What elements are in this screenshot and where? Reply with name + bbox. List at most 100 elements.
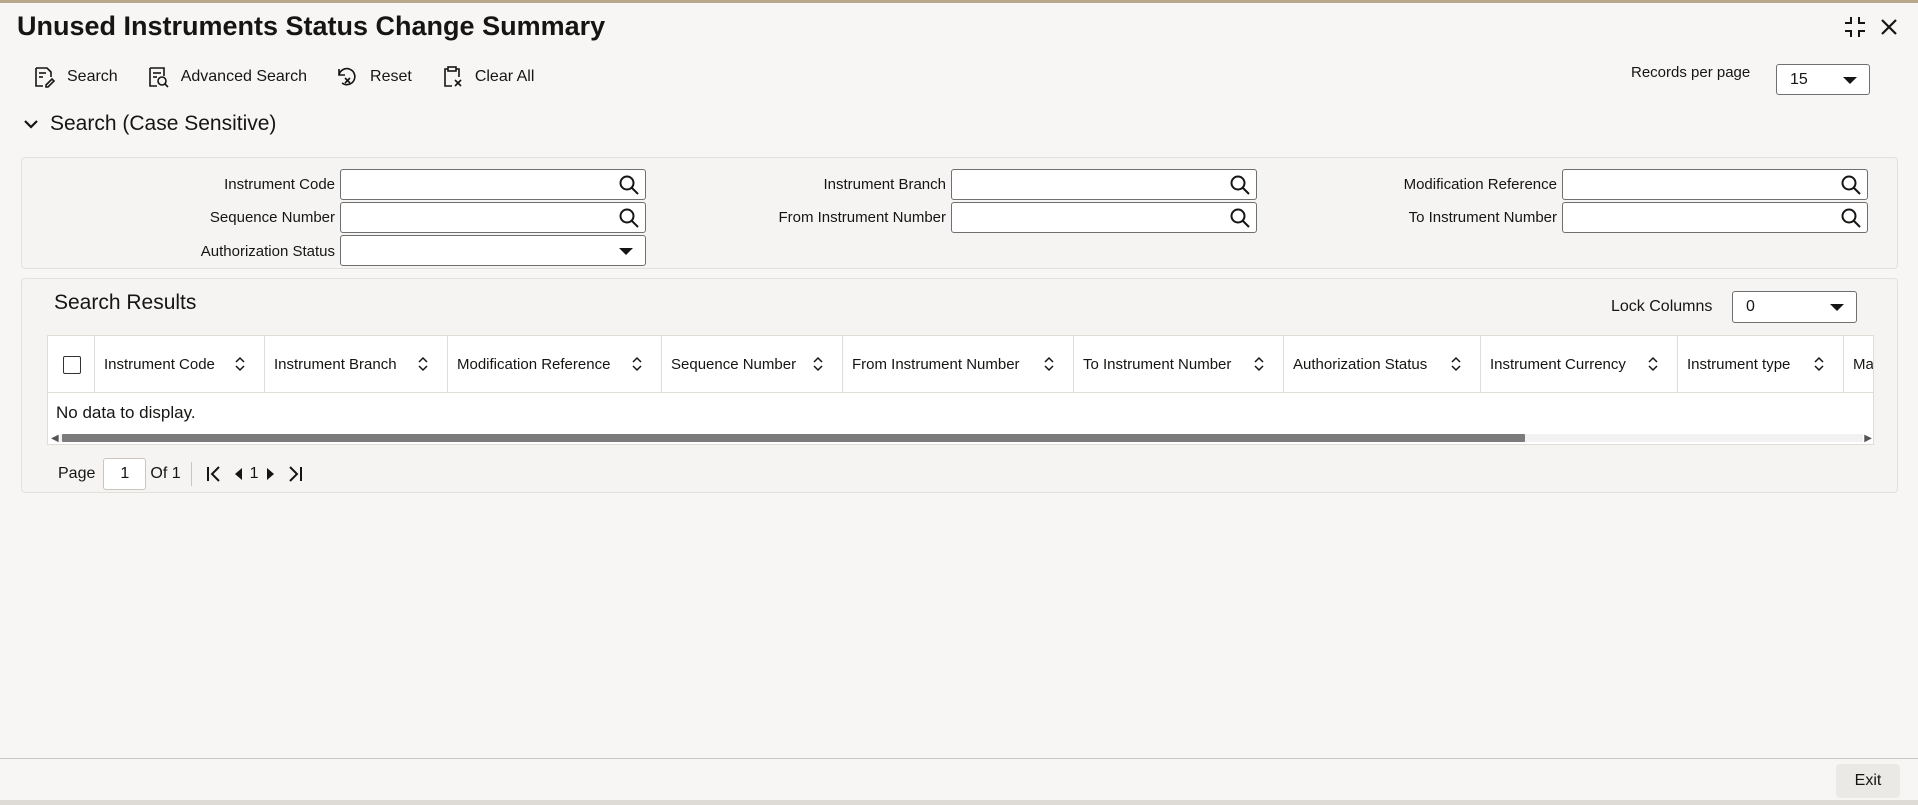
search-button-label: Search <box>67 68 118 85</box>
column-header-label: To Instrument Number <box>1083 356 1232 373</box>
instrument-branch-input[interactable] <box>952 170 1222 199</box>
chevron-down-icon <box>24 120 38 129</box>
column-header-label: Sequence Number <box>671 356 797 373</box>
to-instrument-number-input[interactable] <box>1563 203 1833 232</box>
sort-icon <box>1814 356 1824 372</box>
exit-button-label: Exit <box>1854 772 1882 789</box>
clear-all-button[interactable]: Clear All <box>440 65 535 89</box>
select-all-cell <box>48 336 95 393</box>
instrument-code-field <box>340 169 646 200</box>
last-page-icon[interactable] <box>285 464 305 484</box>
divider <box>190 462 192 486</box>
authorization-status-label: Authorization Status <box>200 243 335 260</box>
column-header-from-instrument-number[interactable]: From Instrument Number <box>843 336 1074 393</box>
records-per-page-label: Records per page <box>1631 64 1751 81</box>
previous-page-icon[interactable] <box>232 464 246 484</box>
sort-icon <box>1451 356 1461 372</box>
collapse-icon[interactable] <box>1842 14 1868 40</box>
column-header-truncated[interactable]: Ma <box>1844 336 1874 393</box>
advanced-search-button[interactable]: Advanced Search <box>146 65 307 89</box>
advanced-search-button-label: Advanced Search <box>180 68 308 85</box>
bottom-band <box>0 800 1918 805</box>
footer: Exit <box>0 758 1918 805</box>
column-header-label: Instrument Code <box>104 356 215 373</box>
lock-columns-value: 0 <box>1746 298 1755 315</box>
reset-icon <box>338 67 356 86</box>
column-header-label: Instrument Currency <box>1490 356 1626 373</box>
modification-reference-input[interactable] <box>1563 170 1833 199</box>
pagination: Page 1 Of 1 1 <box>58 458 309 490</box>
page-link[interactable]: 1 <box>250 465 259 483</box>
clear-all-button-label: Clear All <box>474 68 535 85</box>
page-of-label: Of 1 <box>150 465 181 482</box>
select-all-checkbox[interactable] <box>63 355 81 374</box>
instrument-code-input[interactable] <box>341 170 611 199</box>
instrument-code-label: Instrument Code <box>224 176 335 193</box>
search-section-toggle[interactable]: Search (Case Sensitive) <box>22 112 276 136</box>
to-instrument-number-label: To Instrument Number <box>1408 209 1557 226</box>
lock-columns-label: Lock Columns <box>1611 298 1713 315</box>
authorization-status-select[interactable] <box>340 235 646 266</box>
column-header-authorization-status[interactable]: Authorization Status <box>1284 336 1481 393</box>
close-icon[interactable] <box>1876 14 1902 40</box>
column-header-sequence-number[interactable]: Sequence Number <box>662 336 843 393</box>
toolbar: Search Advanced Search Reset Clear All <box>32 64 562 90</box>
search-criteria-panel: Instrument Code Instrument Branch Modifi… <box>21 157 1898 269</box>
sort-icon <box>1648 356 1658 372</box>
reset-button-label: Reset <box>370 68 412 85</box>
page-number-input[interactable]: 1 <box>103 458 147 490</box>
first-page-icon[interactable] <box>204 464 224 484</box>
column-header-label: Modification Reference <box>457 356 611 373</box>
page-title: Unused Instruments Status Change Summary <box>17 11 606 41</box>
records-per-page-select[interactable]: 15 <box>1776 64 1870 95</box>
to-instrument-number-field <box>1562 202 1868 233</box>
chevron-down-icon <box>1843 76 1857 84</box>
column-header-instrument-type[interactable]: Instrument type <box>1678 336 1844 393</box>
column-header-instrument-code[interactable]: Instrument Code <box>95 336 265 393</box>
scroll-right-icon[interactable]: ▶ <box>1864 433 1872 444</box>
column-header-to-instrument-number[interactable]: To Instrument Number <box>1074 336 1284 393</box>
scrollbar-thumb[interactable] <box>62 434 1525 442</box>
modification-reference-field <box>1562 169 1868 200</box>
top-decorative-stripe <box>0 0 1918 3</box>
search-icon[interactable] <box>1840 207 1862 229</box>
column-header-instrument-branch[interactable]: Instrument Branch <box>265 336 448 393</box>
exit-button[interactable]: Exit <box>1836 764 1900 798</box>
from-instrument-number-label: From Instrument Number <box>778 209 946 226</box>
search-icon[interactable] <box>618 174 640 196</box>
page-label: Page <box>58 465 96 482</box>
modification-reference-label: Modification Reference <box>1403 176 1557 193</box>
search-section-title: Search (Case Sensitive) <box>50 112 277 135</box>
sort-icon <box>418 356 428 372</box>
empty-message: No data to display. <box>56 403 196 422</box>
column-header-label: Authorization Status <box>1293 356 1428 373</box>
reset-button[interactable]: Reset <box>335 65 412 89</box>
column-header-instrument-currency[interactable]: Instrument Currency <box>1481 336 1678 393</box>
sequence-number-field <box>340 202 646 233</box>
sort-icon <box>813 356 823 372</box>
sort-icon <box>1254 356 1264 372</box>
column-header-label: From Instrument Number <box>852 356 1020 373</box>
horizontal-scrollbar[interactable]: ◀ ▶ <box>48 431 1873 444</box>
search-icon[interactable] <box>1229 174 1251 196</box>
clipboard-clear-icon <box>444 66 462 87</box>
sequence-number-input[interactable] <box>341 203 611 232</box>
instrument-branch-label: Instrument Branch <box>823 176 946 193</box>
from-instrument-number-field <box>951 202 1257 233</box>
from-instrument-number-input[interactable] <box>952 203 1222 232</box>
search-results-title: Search Results <box>54 291 197 314</box>
next-page-icon[interactable] <box>263 464 277 484</box>
instrument-branch-field <box>951 169 1257 200</box>
search-button[interactable]: Search <box>32 65 118 89</box>
search-icon[interactable] <box>1229 207 1251 229</box>
column-header-label: Ma <box>1853 356 1874 373</box>
search-doc-icon <box>35 67 56 88</box>
chevron-down-icon <box>1830 304 1844 311</box>
search-icon[interactable] <box>618 207 640 229</box>
scroll-left-icon[interactable]: ◀ <box>51 433 59 444</box>
search-icon[interactable] <box>1840 174 1862 196</box>
lock-columns-select[interactable]: 0 <box>1732 291 1857 323</box>
column-header-modification-reference[interactable]: Modification Reference <box>448 336 662 393</box>
sort-icon <box>235 356 245 372</box>
results-table: Instrument Code Instrument Branch Modifi… <box>47 335 1874 445</box>
